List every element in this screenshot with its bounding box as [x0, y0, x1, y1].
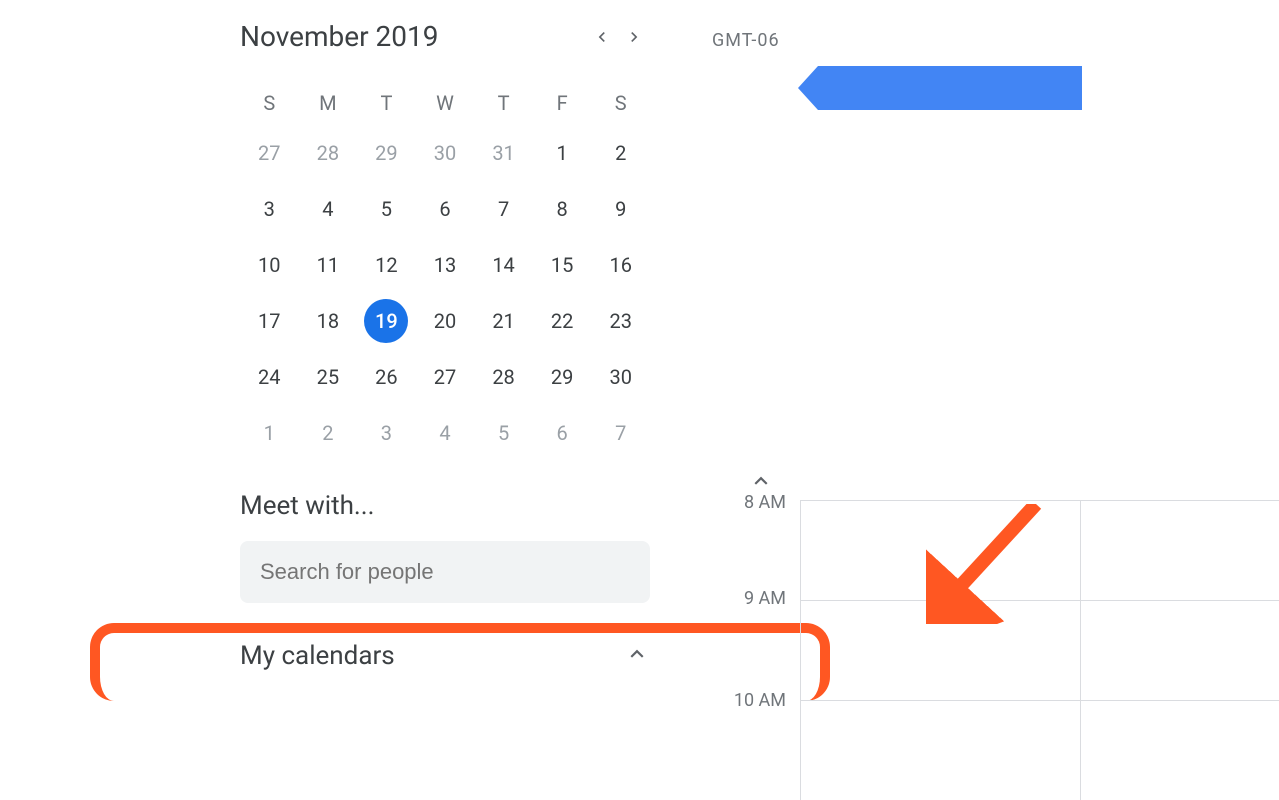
day-cell[interactable]: 28: [474, 349, 533, 405]
day-cell[interactable]: 23: [591, 293, 650, 349]
day-cell[interactable]: 29: [357, 125, 416, 181]
month-header: November 2019: [240, 20, 650, 53]
day-cell[interactable]: 6: [416, 181, 475, 237]
day-cell[interactable]: 13: [416, 237, 475, 293]
day-cell[interactable]: 4: [299, 181, 358, 237]
week-row: 3456789: [240, 181, 650, 237]
day-cell[interactable]: 22: [533, 293, 592, 349]
week-row: 272829303112: [240, 125, 650, 181]
chevron-up-icon: [748, 468, 774, 494]
day-cell[interactable]: 27: [240, 125, 299, 181]
day-cell[interactable]: 9: [591, 181, 650, 237]
day-cell[interactable]: 12: [357, 237, 416, 293]
week-row: 10111213141516: [240, 237, 650, 293]
day-cell[interactable]: 25: [299, 349, 358, 405]
chevron-left-icon: [592, 27, 612, 47]
day-cell[interactable]: 28: [299, 125, 358, 181]
weekday-row: SMTWTFS: [240, 81, 650, 125]
day-cell[interactable]: 15: [533, 237, 592, 293]
day-cell[interactable]: 16: [591, 237, 650, 293]
day-cell[interactable]: 31: [474, 125, 533, 181]
weekday-label: W: [416, 81, 475, 125]
day-cell[interactable]: 7: [591, 405, 650, 461]
weekday-label: S: [240, 81, 299, 125]
chevron-up-icon: [624, 641, 650, 671]
weekday-label: T: [474, 81, 533, 125]
day-cell[interactable]: 30: [591, 349, 650, 405]
day-cell[interactable]: 18: [299, 293, 358, 349]
time-label-8am: 8 AM: [744, 492, 800, 513]
day-cell[interactable]: 11: [299, 237, 358, 293]
mini-calendar-grid: 2728293031123456789101112131415161718192…: [240, 125, 650, 461]
annotation-arrow: [926, 504, 1046, 628]
day-cell[interactable]: 26: [357, 349, 416, 405]
search-people-input[interactable]: [240, 541, 650, 603]
day-cell[interactable]: 2: [591, 125, 650, 181]
day-cell[interactable]: 7: [474, 181, 533, 237]
my-calendars-title: My calendars: [240, 641, 395, 671]
chevron-right-icon: [624, 27, 644, 47]
time-label-9am: 9 AM: [744, 588, 800, 609]
day-view-area: GMT-06 8 AM 9 AM 10 AM: [700, 0, 1279, 720]
day-cell[interactable]: 5: [357, 181, 416, 237]
day-cell[interactable]: 10: [240, 237, 299, 293]
week-row: 17181920212223: [240, 293, 650, 349]
prev-month-button[interactable]: [586, 21, 618, 53]
weekday-label: M: [299, 81, 358, 125]
day-cell[interactable]: 17: [240, 293, 299, 349]
week-row: 1234567: [240, 405, 650, 461]
weekday-label: F: [533, 81, 592, 125]
day-cell[interactable]: 1: [533, 125, 592, 181]
day-cell[interactable]: 21: [474, 293, 533, 349]
next-month-button[interactable]: [618, 21, 650, 53]
day-cell[interactable]: 27: [416, 349, 475, 405]
timezone-label: GMT-06: [712, 30, 780, 51]
day-cell[interactable]: 4: [416, 405, 475, 461]
month-title: November 2019: [240, 20, 586, 53]
meet-with-title: Meet with...: [240, 491, 650, 521]
day-cell[interactable]: 3: [357, 405, 416, 461]
day-cell[interactable]: 1: [240, 405, 299, 461]
calendar-sidebar: November 2019 SMTWTFS 272829303112345678…: [240, 20, 650, 671]
week-row: 24252627282930: [240, 349, 650, 405]
day-cell[interactable]: 24: [240, 349, 299, 405]
day-cell[interactable]: 6: [533, 405, 592, 461]
day-cell[interactable]: 14: [474, 237, 533, 293]
meet-with-section: Meet with...: [240, 491, 650, 603]
day-cell[interactable]: 30: [416, 125, 475, 181]
day-cell[interactable]: 29: [533, 349, 592, 405]
day-cell[interactable]: 2: [299, 405, 358, 461]
weekday-label: T: [357, 81, 416, 125]
day-cell[interactable]: 8: [533, 181, 592, 237]
annotation-blue-pointer: [818, 66, 1082, 110]
my-calendars-toggle[interactable]: My calendars: [240, 641, 650, 671]
day-cell[interactable]: 20: [416, 293, 475, 349]
my-calendars-section: My calendars: [240, 641, 650, 671]
day-cell[interactable]: 5: [474, 405, 533, 461]
weekday-label: S: [591, 81, 650, 125]
day-cell[interactable]: 19: [357, 293, 416, 349]
time-label-10am: 10 AM: [734, 690, 800, 711]
day-cell[interactable]: 3: [240, 181, 299, 237]
